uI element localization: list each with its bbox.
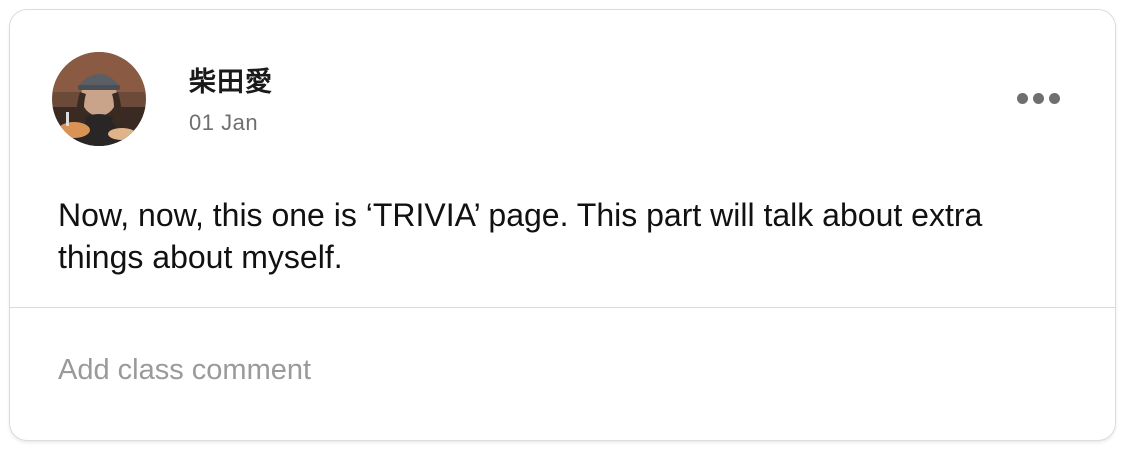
more-horizontal-icon xyxy=(1032,92,1044,104)
post-body-text: Now, now, this one is ‘TRIVIA’ page. Thi… xyxy=(58,197,983,275)
author-avatar[interactable] xyxy=(52,52,146,146)
more-horizontal-icon xyxy=(1016,92,1028,104)
divider xyxy=(10,307,1115,308)
avatar-photo xyxy=(52,52,146,146)
post-card: 柴田愛 01 Jan Now, now, this one is ‘TRIVIA… xyxy=(9,9,1116,441)
post-header: 柴田愛 01 Jan xyxy=(10,10,1115,160)
post-date: 01 Jan xyxy=(189,110,259,135)
more-options-button[interactable] xyxy=(1010,86,1066,110)
author-name: 柴田愛 xyxy=(189,67,273,98)
more-horizontal-icon xyxy=(1048,92,1060,104)
add-comment-input[interactable] xyxy=(58,350,1058,390)
